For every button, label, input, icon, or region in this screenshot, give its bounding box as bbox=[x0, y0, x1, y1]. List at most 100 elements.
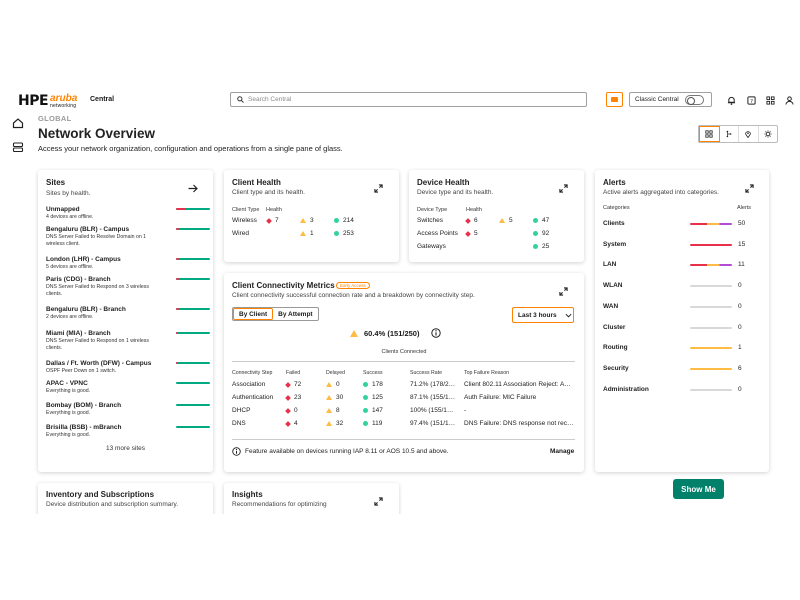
inventory-title: Inventory and Subscriptions bbox=[46, 490, 155, 499]
health-count-green[interactable]: 25 bbox=[533, 243, 549, 250]
alerts-subtitle: Active alerts aggregated into categories… bbox=[603, 189, 719, 196]
devices-icon[interactable] bbox=[12, 140, 24, 153]
alert-category[interactable]: Administration bbox=[603, 386, 649, 393]
topology-view-icon[interactable] bbox=[720, 126, 739, 142]
site-item[interactable]: London (LHR) - Campus 5 devices are offli… bbox=[46, 256, 210, 271]
divider bbox=[232, 439, 575, 440]
site-health-bar bbox=[176, 362, 210, 364]
column-header: Success bbox=[363, 370, 383, 376]
count-value: 253 bbox=[343, 230, 354, 237]
message-button[interactable] bbox=[606, 92, 623, 107]
hpe-aruba-logo[interactable]: HPE aruba networking bbox=[18, 93, 77, 109]
delayed-count[interactable]: 32 bbox=[326, 420, 343, 427]
alert-category[interactable]: Security bbox=[603, 365, 629, 372]
site-health-bar bbox=[176, 278, 210, 280]
delayed-count[interactable]: 30 bbox=[326, 394, 343, 401]
more-sites-link[interactable]: 13 more sites bbox=[38, 445, 213, 452]
health-count-amber[interactable]: 5 bbox=[499, 217, 513, 224]
help-icon[interactable]: ? bbox=[746, 95, 756, 105]
site-item[interactable]: Brisilla (BSB) - mBranch Everything is go… bbox=[46, 424, 210, 439]
show-me-button[interactable]: Show Me bbox=[673, 479, 724, 499]
site-item[interactable]: Paris (CDG) - Branch DNS Server Failed to… bbox=[46, 276, 210, 298]
success-count[interactable]: 178 bbox=[363, 381, 383, 388]
delayed-count[interactable]: 0 bbox=[326, 381, 340, 388]
health-count-green[interactable]: 47 bbox=[533, 217, 549, 224]
column-header: Delayed bbox=[326, 370, 346, 376]
failed-count[interactable]: 0 bbox=[285, 407, 298, 414]
search-input[interactable]: Search Central bbox=[230, 92, 587, 107]
success-rate: 100% (155/1… bbox=[410, 407, 454, 414]
expand-icon[interactable] bbox=[745, 180, 754, 193]
summary-row: 60.4% (151/250) bbox=[350, 328, 442, 338]
page-title: Network Overview bbox=[38, 126, 156, 141]
failed-count[interactable]: 23 bbox=[285, 394, 301, 401]
health-count-green[interactable]: 253 bbox=[334, 230, 354, 237]
info-icon[interactable] bbox=[431, 328, 442, 338]
failed-count[interactable]: 72 bbox=[285, 381, 301, 388]
sites-card: Sites Sites by health. Unmapped 4 devices… bbox=[38, 170, 213, 472]
time-range-select[interactable]: Last 3 hours bbox=[512, 307, 574, 323]
failure-reason[interactable]: Client 802.11 Association Reject: A… bbox=[464, 381, 571, 388]
delayed-count[interactable]: 8 bbox=[326, 407, 340, 414]
success-count[interactable]: 119 bbox=[363, 420, 382, 427]
arrow-right-icon[interactable] bbox=[188, 180, 198, 193]
expand-icon[interactable] bbox=[374, 493, 383, 506]
toggle-switch[interactable] bbox=[684, 94, 704, 105]
tab-by-client[interactable]: By Client bbox=[233, 308, 274, 320]
alert-category[interactable]: WLAN bbox=[603, 282, 623, 289]
health-count-red[interactable]: 7 bbox=[266, 217, 279, 224]
tab-by-attempt[interactable]: By Attempt bbox=[273, 308, 317, 320]
row-type: Switches bbox=[417, 217, 444, 224]
failed-count[interactable]: 4 bbox=[285, 420, 298, 427]
alert-category[interactable]: Clients bbox=[603, 220, 625, 227]
settings-gear-icon[interactable] bbox=[759, 126, 778, 142]
site-item[interactable]: Bombay (BOM) - Branch Everything is good. bbox=[46, 402, 210, 417]
failure-reason[interactable]: Auth Failure: MIC Failure bbox=[464, 394, 536, 401]
bell-icon[interactable] bbox=[726, 95, 736, 105]
alert-category[interactable]: Routing bbox=[603, 344, 628, 351]
site-item[interactable]: APAC - VPNC Everything is good. bbox=[46, 380, 210, 395]
client-health-card: Client Health Client type and its health… bbox=[224, 170, 399, 262]
failure-reason[interactable]: - bbox=[464, 407, 466, 414]
early-access-badge: Early Access bbox=[336, 282, 370, 289]
healthy-icon bbox=[334, 231, 339, 236]
home-icon[interactable] bbox=[12, 116, 24, 129]
health-count-red[interactable]: 6 bbox=[465, 217, 478, 224]
classic-central-toggle[interactable]: Classic Central bbox=[629, 92, 712, 107]
health-count-green[interactable]: 92 bbox=[533, 230, 549, 237]
scope-label: GLOBAL bbox=[38, 114, 72, 123]
map-pin-icon[interactable] bbox=[739, 126, 759, 142]
health-count-red[interactable]: 5 bbox=[465, 230, 478, 237]
health-count-amber[interactable]: 1 bbox=[300, 230, 314, 237]
apps-grid-icon[interactable] bbox=[765, 95, 775, 105]
alert-category[interactable]: Cluster bbox=[603, 324, 625, 331]
sites-subtitle: Sites by health. bbox=[46, 190, 91, 197]
user-icon[interactable] bbox=[784, 95, 794, 105]
expand-icon[interactable] bbox=[559, 180, 568, 193]
site-item[interactable]: Miami (MIA) - Branch DNS Server Failed to… bbox=[46, 330, 210, 352]
failed-value: 0 bbox=[294, 407, 298, 414]
site-item[interactable]: Dallas / Ft. Worth (DFW) - Campus OSPF Pe… bbox=[46, 360, 210, 375]
grid-view-icon[interactable] bbox=[699, 126, 720, 142]
alert-category[interactable]: System bbox=[603, 241, 626, 248]
count-value: 1 bbox=[310, 230, 314, 237]
alert-count: 15 bbox=[738, 240, 746, 248]
expand-icon[interactable] bbox=[559, 283, 568, 296]
site-item[interactable]: Bengaluru (BLR) - Branch 2 devices are of… bbox=[46, 306, 210, 321]
site-status: 4 devices are offline. bbox=[46, 214, 94, 220]
connectivity-subtitle: Client connectivity successful connectio… bbox=[232, 292, 475, 299]
failure-reason[interactable]: DNS Failure: DNS response not rec… bbox=[464, 420, 573, 427]
alert-category[interactable]: LAN bbox=[603, 261, 616, 268]
success-count[interactable]: 125 bbox=[363, 394, 383, 401]
warning-icon bbox=[499, 218, 505, 223]
warning-icon bbox=[300, 218, 306, 223]
health-count-amber[interactable]: 3 bbox=[300, 217, 314, 224]
success-count[interactable]: 147 bbox=[363, 407, 383, 414]
manage-link[interactable]: Manage bbox=[550, 448, 574, 455]
svg-text:?: ? bbox=[750, 98, 753, 104]
alert-category[interactable]: WAN bbox=[603, 303, 618, 310]
health-count-green[interactable]: 214 bbox=[334, 217, 354, 224]
expand-icon[interactable] bbox=[374, 180, 383, 193]
site-item[interactable]: Bengaluru (BLR) - Campus DNS Server Faile… bbox=[46, 226, 210, 248]
site-item[interactable]: Unmapped 4 devices are offline. bbox=[46, 206, 210, 221]
